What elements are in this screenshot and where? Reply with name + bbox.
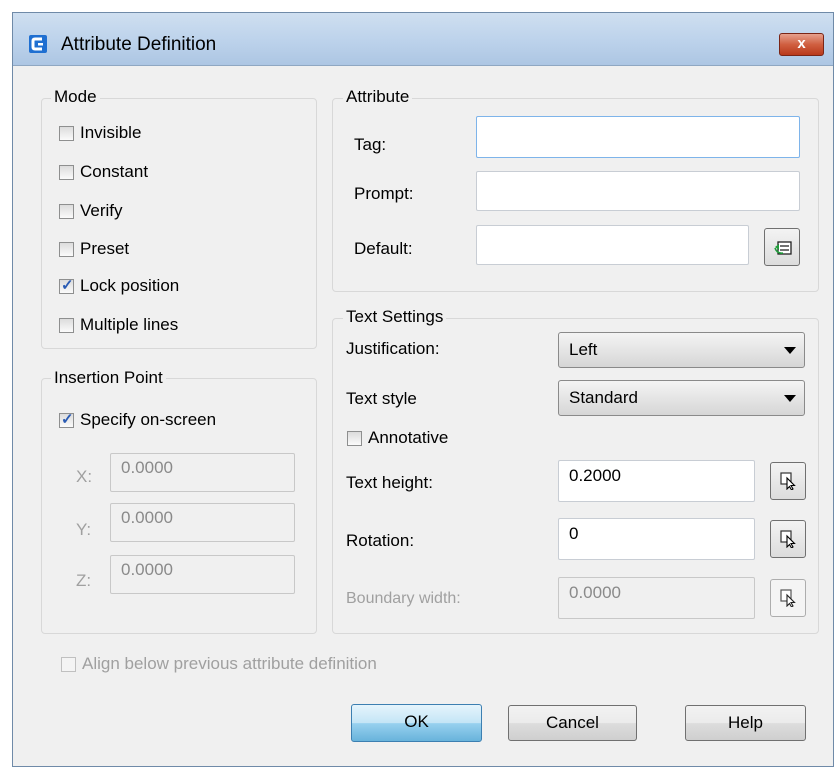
x-field[interactable]: 0.0000 xyxy=(110,453,295,492)
justification-value: Left xyxy=(569,340,598,359)
text-style-label: Text style xyxy=(346,389,417,408)
specify-on-screen-checkbox[interactable] xyxy=(59,410,74,428)
z-field[interactable]: 0.0000 xyxy=(110,555,295,594)
prompt-label: Prompt: xyxy=(354,184,414,203)
insert-field-button[interactable] xyxy=(764,228,800,266)
insert-field-icon xyxy=(774,241,792,255)
justification-dropdown[interactable]: Left xyxy=(558,332,805,368)
rotation-input[interactable]: 0 xyxy=(558,518,755,560)
x-label: X: xyxy=(76,467,93,486)
pick-point-icon xyxy=(780,472,796,490)
default-label: Default: xyxy=(354,239,413,258)
multiple-lines-label: Multiple lines xyxy=(80,315,179,334)
chevron-down-icon xyxy=(784,395,796,402)
constant-checkbox-row[interactable]: Constant xyxy=(59,161,148,183)
align-below-checkbox[interactable] xyxy=(61,656,76,672)
tag-label: Tag: xyxy=(354,135,387,154)
align-below-row[interactable]: Align below previous attribute definitio… xyxy=(61,653,377,675)
specify-on-screen-row[interactable]: Specify on-screen xyxy=(59,409,216,431)
y-field[interactable]: 0.0000 xyxy=(110,503,295,542)
z-label: Z: xyxy=(76,571,92,590)
tag-input[interactable] xyxy=(476,116,800,158)
annotative-checkbox-row[interactable]: Annotative xyxy=(347,427,448,449)
attribute-group-title: Attribute xyxy=(343,87,413,107)
text-height-pick-button[interactable] xyxy=(770,462,806,500)
invisible-checkbox[interactable] xyxy=(59,125,74,141)
multiple-lines-checkbox-row[interactable]: Multiple lines xyxy=(59,314,178,336)
preset-checkbox[interactable] xyxy=(59,241,74,257)
annotative-label: Annotative xyxy=(368,428,449,447)
invisible-checkbox-row[interactable]: Invisible xyxy=(59,122,141,144)
ok-button[interactable]: OK xyxy=(351,704,482,742)
attribute-definition-dialog: Attribute Definition x Mode Invisible Co… xyxy=(12,12,834,767)
pick-point-icon xyxy=(780,589,796,607)
specify-on-screen-label: Specify on-screen xyxy=(80,410,217,429)
help-button[interactable]: Help xyxy=(685,705,806,741)
verify-label: Verify xyxy=(80,201,123,220)
default-input[interactable] xyxy=(476,225,749,265)
pick-point-icon xyxy=(780,530,796,548)
text-settings-group-title: Text Settings xyxy=(343,307,447,327)
rotation-pick-button[interactable] xyxy=(770,520,806,558)
verify-checkbox[interactable] xyxy=(59,203,74,219)
preset-label: Preset xyxy=(80,239,130,258)
constant-label: Constant xyxy=(80,162,149,181)
align-below-label: Align below previous attribute definitio… xyxy=(82,654,377,673)
boundary-width-input[interactable]: 0.0000 xyxy=(558,577,755,619)
boundary-width-pick-button[interactable] xyxy=(770,579,806,617)
cancel-button[interactable]: Cancel xyxy=(508,705,637,741)
text-style-value: Standard xyxy=(569,388,638,407)
chevron-down-icon xyxy=(784,347,796,354)
lock-position-checkbox[interactable] xyxy=(59,276,74,294)
prompt-input[interactable] xyxy=(476,171,800,211)
text-style-dropdown[interactable]: Standard xyxy=(558,380,805,416)
mode-group-title: Mode xyxy=(51,87,100,107)
y-label: Y: xyxy=(76,520,92,539)
title-bar: Attribute Definition x xyxy=(13,13,833,66)
app-logo-icon xyxy=(29,35,47,53)
annotative-checkbox[interactable] xyxy=(347,430,362,446)
insertion-point-group-title: Insertion Point xyxy=(51,368,166,388)
lock-position-checkbox-row[interactable]: Lock position xyxy=(59,275,179,297)
text-height-input[interactable]: 0.2000 xyxy=(558,460,755,502)
justification-label: Justification: xyxy=(346,339,440,358)
close-button[interactable]: x xyxy=(779,33,824,56)
invisible-label: Invisible xyxy=(80,123,142,142)
text-height-label: Text height: xyxy=(346,473,433,492)
verify-checkbox-row[interactable]: Verify xyxy=(59,200,123,222)
constant-checkbox[interactable] xyxy=(59,164,74,180)
lock-position-label: Lock position xyxy=(80,276,180,295)
preset-checkbox-row[interactable]: Preset xyxy=(59,238,129,260)
dialog-title: Attribute Definition xyxy=(61,34,217,55)
boundary-width-label: Boundary width: xyxy=(346,590,461,607)
rotation-label: Rotation: xyxy=(346,531,415,550)
close-icon: x xyxy=(797,35,806,52)
multiple-lines-checkbox[interactable] xyxy=(59,317,74,333)
